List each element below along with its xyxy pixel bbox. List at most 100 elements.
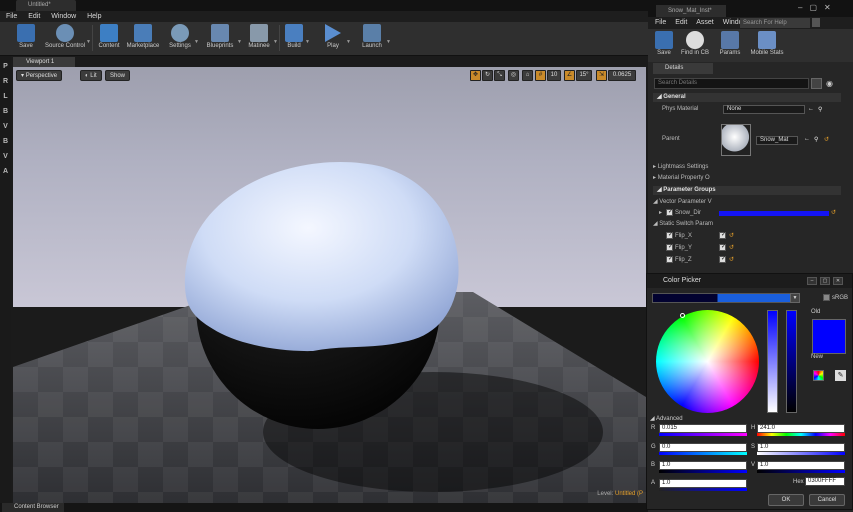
general-section[interactable]: ◢ General [653,93,841,102]
minimize-button[interactable]: – [807,277,817,285]
blueprints-button[interactable]: Blueprints ▼ [203,23,242,54]
details-tab[interactable]: Details [653,63,713,74]
mode-r[interactable]: R [0,74,11,89]
value-slider[interactable] [786,310,797,413]
hex-input[interactable]: 0300FFFF [805,477,845,486]
reset-arrow-icon[interactable]: ↺ [729,232,734,239]
help-search-icon[interactable] [812,18,820,27]
show-button[interactable]: Show [105,70,131,81]
help-search-input[interactable]: Search For Help [740,18,810,28]
g-input[interactable]: 0.0 [659,443,747,452]
find-in-cb-button[interactable]: Find in CB [678,30,712,61]
settings-button[interactable]: Settings ▼ [166,23,199,54]
details-search-input[interactable]: Search Details [654,78,809,89]
matinee-button[interactable]: Matinee ▼ [245,23,278,54]
mat-menu-file[interactable]: File [655,19,666,26]
flip-x-enable[interactable]: Flip_X [666,232,692,239]
eyedropper-icon[interactable]: ✎ [835,370,846,381]
play-button[interactable]: Play ▼ [320,23,351,54]
content-button[interactable]: Content [96,23,122,54]
r-input[interactable]: 0.015 [659,424,747,433]
mode-v[interactable]: V [0,119,11,134]
parent-thumbnail[interactable] [721,124,751,156]
reset-arrow-icon[interactable]: ↺ [831,209,836,216]
menu-window[interactable]: Window [51,13,76,20]
menu-edit[interactable]: Edit [28,13,40,20]
lit-button[interactable]: ◐ Lit [80,70,102,81]
material-tab[interactable]: Snow_Mat_Inst* [656,5,726,17]
v-input[interactable]: 1.0 [757,461,845,470]
s-gradient[interactable] [757,452,845,455]
scale-snap-value[interactable]: 0.0625 [608,70,636,81]
material-property-row[interactable]: ▸ Material Property O [653,174,841,181]
mode-v2[interactable]: V [0,149,11,164]
browse-search-icon[interactable]: ⚲ [814,136,818,143]
maximize-button[interactable]: ▢ [820,277,830,285]
window-controls[interactable]: –▢✕ [798,3,838,12]
a-gradient[interactable] [659,488,747,491]
vector-params-row[interactable]: ◢ Vector Parameter V [653,198,841,205]
launch-button[interactable]: Launch ▼ [358,23,391,54]
mode-a[interactable]: A [0,164,11,179]
flip-z-value-checkbox[interactable] [719,256,728,263]
v-gradient[interactable] [757,470,845,473]
srgb-toggle[interactable]: sRGB [823,294,848,301]
eye-icon[interactable]: ◉ [826,79,833,88]
chevron-down-icon[interactable]: ▼ [346,39,351,45]
flip-y-enable[interactable]: Flip_Y [666,244,692,251]
menu-file[interactable]: File [6,13,17,20]
expand-arrow-icon[interactable]: ▸ [659,209,662,216]
ok-button[interactable]: OK [768,494,804,506]
flip-x-value-checkbox[interactable] [719,232,728,239]
browse-search-icon[interactable]: ⚲ [818,106,822,113]
mode-b[interactable]: B [0,104,11,119]
use-selected-arrow-icon[interactable]: ← [808,106,814,112]
cancel-button[interactable]: Cancel [809,494,845,506]
editor-tab[interactable]: Untitled* [16,0,76,11]
mode-l[interactable]: L [0,89,11,104]
build-button[interactable]: Build ▼ [283,23,310,54]
s-input[interactable]: 1.0 [757,443,845,452]
grid-snap-value[interactable]: 10 [547,70,561,81]
chevron-down-icon[interactable]: ▼ [305,39,310,45]
reset-arrow-icon[interactable]: ↺ [824,136,829,143]
chevron-down-icon[interactable]: ▼ [273,39,278,45]
chevron-down-icon[interactable]: ▼ [237,39,242,45]
r-gradient[interactable] [659,433,747,436]
h-input[interactable]: 241.0 [757,424,845,433]
chevron-down-icon[interactable]: ▼ [194,39,199,45]
parent-combo[interactable]: Snow_Mat [756,136,798,145]
mat-save-button[interactable]: Save [653,30,675,61]
static-switch-row[interactable]: ◢ Static Switch Param [653,220,841,227]
viewport[interactable]: ▾ Perspective ◐ Lit Show ✥ ↻ ⤡ ◎ ⌂ # 10 … [13,67,646,503]
params-button[interactable]: Params [717,30,743,61]
mat-menu-asset[interactable]: Asset [696,19,714,26]
advanced-toggle[interactable]: ◢ Advanced [650,415,683,422]
reset-arrow-icon[interactable]: ↺ [729,244,734,251]
flip-z-enable[interactable]: Flip_Z [666,256,692,263]
flip-y-value-checkbox[interactable] [719,244,728,251]
parameter-groups-section[interactable]: ◢ Parameter Groups [653,186,841,195]
g-gradient[interactable] [659,452,747,455]
phys-material-combo[interactable]: None [723,105,805,114]
mode-place[interactable]: P [0,59,11,74]
color-wheel[interactable] [656,310,759,413]
rotate-tool-icon[interactable]: ↻ [482,70,493,81]
content-browser-tab[interactable]: Content Browser [2,503,64,512]
grid-snap-icon[interactable]: # [535,70,546,81]
lightmass-row[interactable]: ▸ Lightmass Settings [653,163,841,170]
rotation-snap-icon[interactable]: ∠ [564,70,575,81]
scale-snap-icon[interactable]: ⇲ [596,70,607,81]
chevron-down-icon[interactable]: ▼ [86,39,91,45]
marketplace-button[interactable]: Marketplace [125,23,161,54]
scale-tool-icon[interactable]: ⤡ [494,70,505,81]
close-button[interactable]: ✕ [833,277,843,285]
viewport-tab[interactable]: Viewport 1 [13,57,75,67]
chevron-down-icon[interactable]: ▼ [386,39,391,45]
saturation-slider[interactable] [767,310,778,413]
world-space-icon[interactable]: ◎ [508,70,519,81]
save-button[interactable]: Save [10,23,42,54]
mode-b2[interactable]: B [0,134,11,149]
mat-menu-edit[interactable]: Edit [675,19,687,26]
surface-snap-icon[interactable]: ⌂ [522,70,533,81]
